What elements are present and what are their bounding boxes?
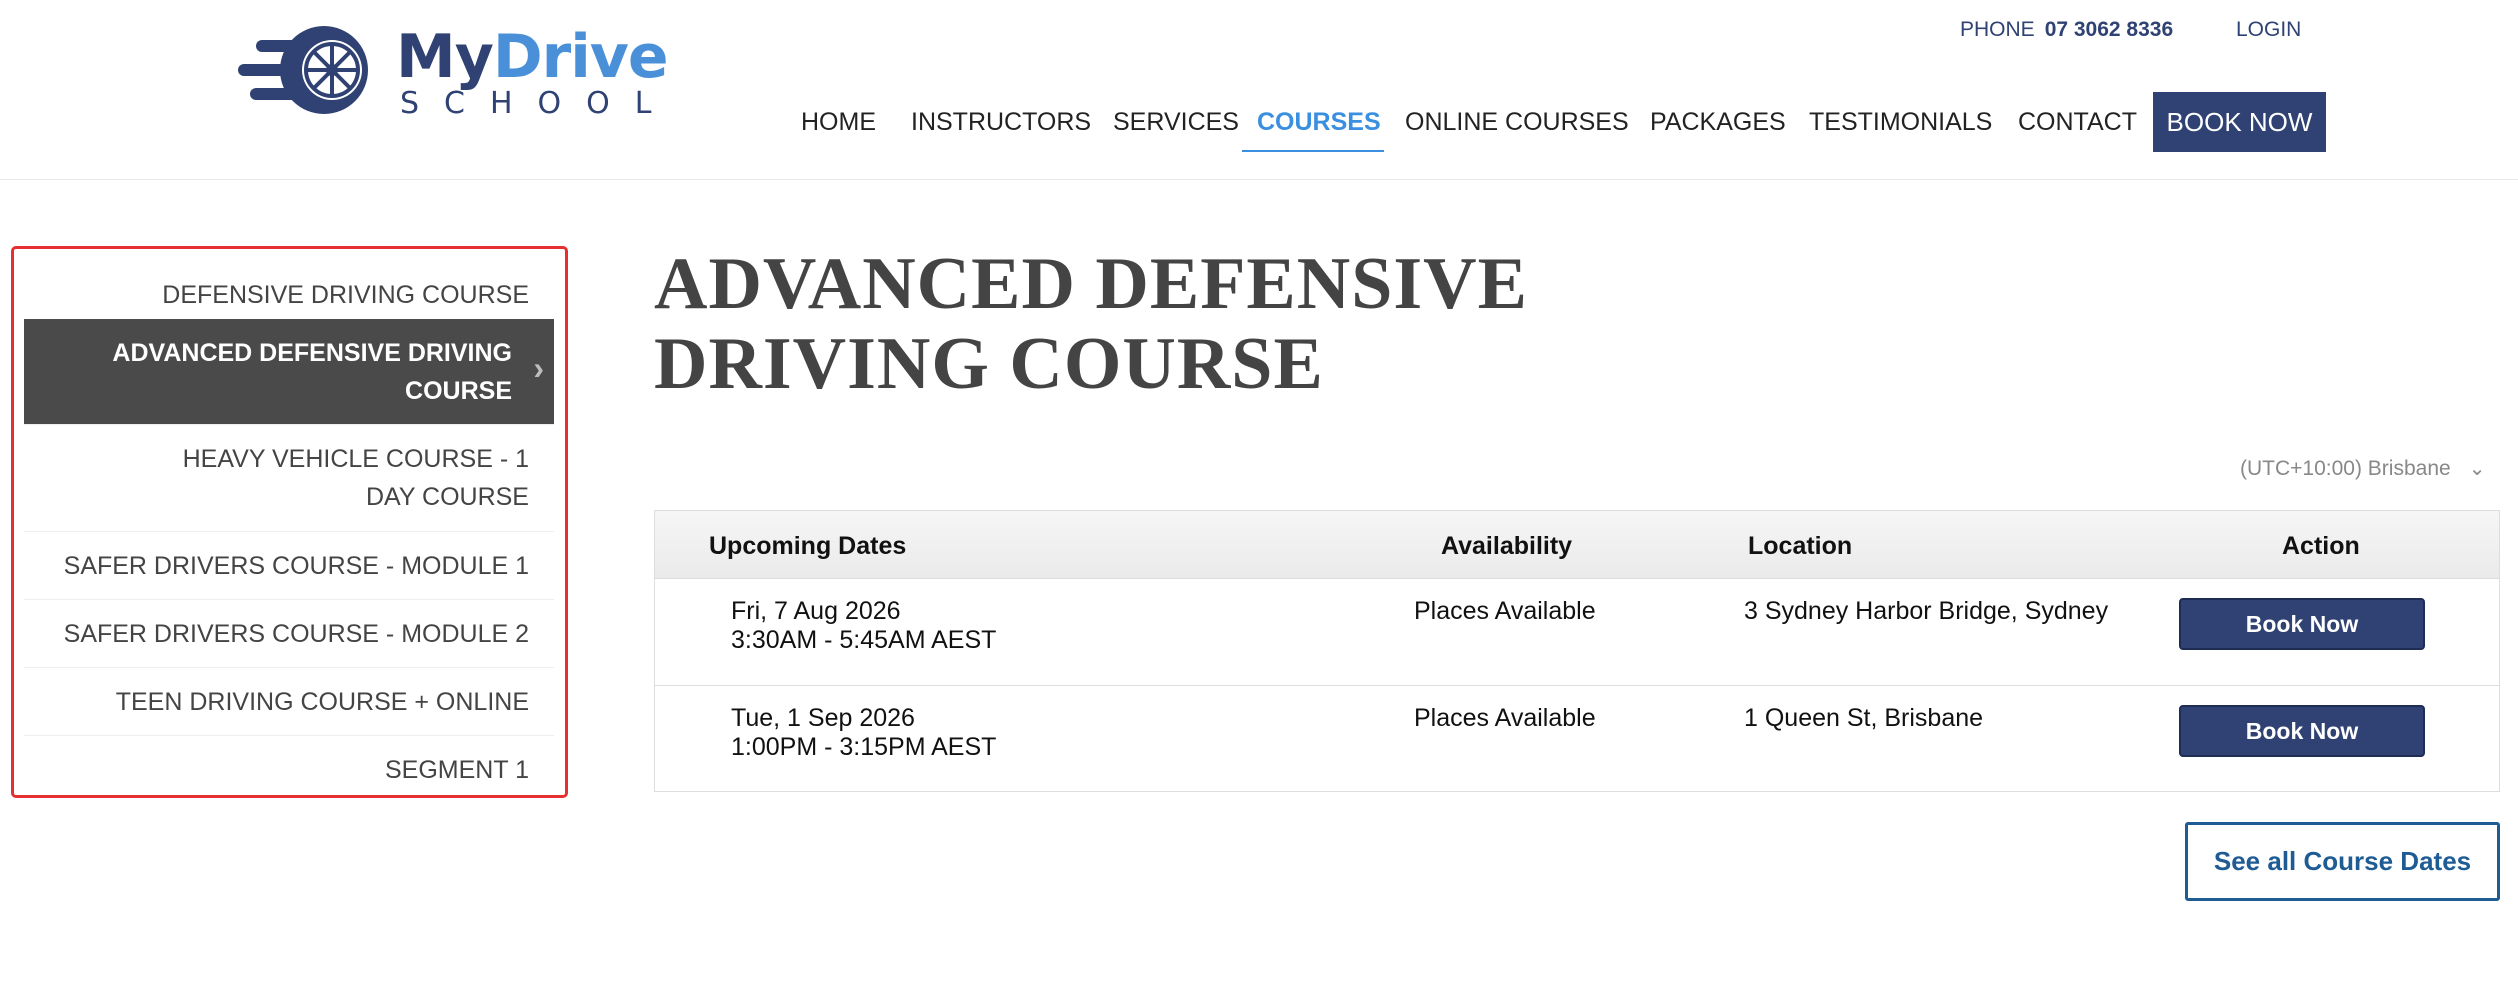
nav-instructors[interactable]: INSTRUCTORS (911, 108, 1091, 137)
nav-active-underline (1242, 150, 1384, 152)
sidebar-item-segment-1[interactable]: SEGMENT 1 (24, 736, 554, 794)
nav-packages[interactable]: PACKAGES (1650, 108, 1786, 137)
book-now-row-button[interactable]: Book Now (2179, 598, 2425, 650)
logo-drive: Drive (492, 22, 669, 92)
nav-online-courses[interactable]: ONLINE COURSES (1405, 108, 1629, 137)
row-availability: Places Available (1414, 704, 1596, 732)
timezone-value: (UTC+10:00) Brisbane (2240, 457, 2451, 480)
book-now-row-button[interactable]: Book Now (2179, 705, 2425, 757)
row-location: 3 Sydney Harbor Bridge, Sydney (1744, 597, 2109, 625)
row-location: 1 Queen St, Brisbane (1744, 704, 1984, 732)
sidebar-item-label: DEFENSIVE DRIVING COURSE (162, 281, 529, 309)
course-dates-table: Upcoming Dates Availability Location Act… (654, 510, 2500, 792)
row-time: 3:30AM - 5:45AM AEST (731, 626, 997, 654)
sidebar-item-label: SEGMENT 1 (384, 756, 529, 784)
nav-home[interactable]: HOME (801, 108, 876, 137)
row-time: 1:00PM - 3:15PM AEST (731, 733, 997, 761)
login-link[interactable]: LOGIN (2236, 18, 2301, 42)
timezone-select[interactable]: (UTC+10:00) Brisbane ⌄ (2240, 456, 2485, 481)
phone-contact[interactable]: PHONE 07 3062 8336 (1960, 18, 2173, 42)
nav-services[interactable]: SERVICES (1113, 108, 1239, 137)
row-date: Tue, 1 Sep 2026 (731, 704, 915, 732)
table-row: Fri, 7 Aug 2026 3:30AM - 5:45AM AEST Pla… (655, 579, 2499, 686)
sidebar-item-teen-driving[interactable]: TEEN DRIVING COURSE + ONLINE (24, 668, 554, 736)
main-nav: HOME INSTRUCTORS SERVICES COURSES ONLINE… (0, 92, 2518, 152)
row-date: Fri, 7 Aug 2026 (731, 597, 901, 625)
site-header: MyDrive SCHOOL PHONE 07 3062 8336 LOGIN H… (0, 0, 2518, 180)
sidebar-item-label: TEEN DRIVING COURSE + ONLINE (115, 688, 529, 716)
phone-number[interactable]: 07 3062 8336 (2045, 18, 2173, 41)
nav-contact[interactable]: CONTACT (2018, 108, 2137, 137)
logo-my: My (396, 22, 494, 92)
header-action: Action (2282, 532, 2360, 560)
chevron-down-icon: ⌄ (2468, 458, 2486, 480)
row-datetime: Fri, 7 Aug 2026 3:30AM - 5:45AM AEST (731, 597, 996, 655)
row-datetime: Tue, 1 Sep 2026 1:00PM - 3:15PM AEST (731, 704, 996, 762)
sidebar-item-label: ADVANCED DEFENSIVE DRIVING COURSE (112, 339, 512, 405)
sidebar-item-advanced-defensive-driving[interactable]: ADVANCED DEFENSIVE DRIVING COURSE › (24, 319, 554, 425)
table-header: Upcoming Dates Availability Location Act… (655, 511, 2499, 579)
nav-courses[interactable]: COURSES (1257, 108, 1381, 137)
header-location: Location (1748, 532, 1853, 560)
sidebar-item-label: SAFER DRIVERS COURSE - MODULE 2 (63, 620, 529, 648)
sidebar-item-label: SAFER DRIVERS COURSE - MODULE 1 (63, 552, 529, 580)
chevron-right-icon: › (533, 350, 544, 386)
logo-wordmark: MyDrive (396, 22, 669, 92)
sidebar-item-safer-drivers-module-1[interactable]: SAFER DRIVERS COURSE - MODULE 1 (24, 532, 554, 600)
phone-label: PHONE (1960, 18, 2035, 41)
header-upcoming-dates: Upcoming Dates (709, 532, 907, 560)
row-availability: Places Available (1414, 597, 1596, 625)
sidebar-item-label: HEAVY VEHICLE COURSE - 1 DAY COURSE (182, 445, 529, 511)
header-availability: Availability (1441, 532, 1573, 560)
course-sidebar: DEFENSIVE DRIVING COURSE ADVANCED DEFENS… (11, 246, 568, 798)
nav-testimonials[interactable]: TESTIMONIALS (1809, 108, 1992, 137)
table-row: Tue, 1 Sep 2026 1:00PM - 3:15PM AEST Pla… (655, 686, 2499, 793)
book-now-button[interactable]: BOOK NOW (2153, 92, 2326, 152)
page-title: ADVANCED DEFENSIVE DRIVING COURSE (654, 243, 1528, 405)
sidebar-item-safer-drivers-module-2[interactable]: SAFER DRIVERS COURSE - MODULE 2 (24, 600, 554, 668)
see-all-course-dates-button[interactable]: See all Course Dates (2185, 822, 2500, 901)
sidebar-item-heavy-vehicle[interactable]: HEAVY VEHICLE COURSE - 1 DAY COURSE (24, 425, 554, 532)
